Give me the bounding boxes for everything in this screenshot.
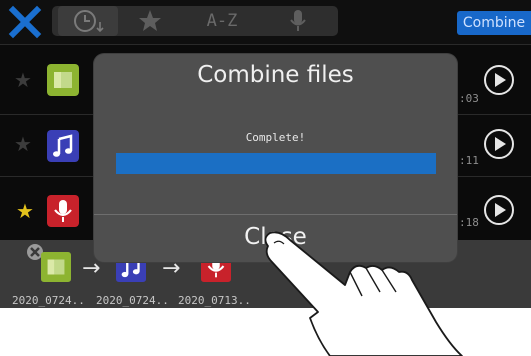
dialog-divider [94,214,457,215]
progress-fill [116,153,436,174]
clock-sort-icon [74,10,104,33]
close-x-icon[interactable] [8,5,42,39]
file-time: :11 [459,154,479,167]
combined-file-icon [47,64,79,96]
combined-file-icon [41,252,71,282]
progress-bar [116,153,436,174]
play-icon[interactable] [483,194,515,226]
queue-file-name: 2020_0724.. [96,294,169,307]
play-icon[interactable] [483,128,515,160]
tab-sort-recent[interactable] [58,6,118,36]
recording-file-icon [47,195,79,227]
queue-file-name: 2020_0724.. [12,294,85,307]
queue-file-name: 2020_0713.. [178,294,251,307]
tab-sort-recordings[interactable] [278,6,318,36]
dialog-title: Combine files [197,62,354,88]
sort-tabs: A-Z [52,6,338,36]
dialog-status: Complete! [245,131,306,144]
star-icon[interactable]: ★ [14,132,32,156]
music-file-icon [47,130,79,162]
star-icon [139,10,161,31]
top-bar: A-Z Combine [0,0,531,44]
star-icon[interactable]: ★ [14,68,32,92]
play-icon[interactable] [483,64,515,96]
file-time: :03 [459,92,479,105]
combine-files-dialog: Combine files Complete! Close [94,54,457,262]
sort-az-label: A-Z [206,11,238,31]
combine-button[interactable]: Combine [457,11,531,35]
tab-sort-alphabetical[interactable]: A-Z [192,6,252,36]
star-icon[interactable]: ★ [16,199,34,223]
close-button[interactable]: Close [94,224,457,250]
file-time: :18 [459,216,479,229]
app-screen: A-Z Combine ★ :03 ★:11 ★:18 → → 2020_0… [0,0,531,308]
tab-sort-favorites[interactable] [130,6,170,36]
microphone-icon [290,10,306,31]
